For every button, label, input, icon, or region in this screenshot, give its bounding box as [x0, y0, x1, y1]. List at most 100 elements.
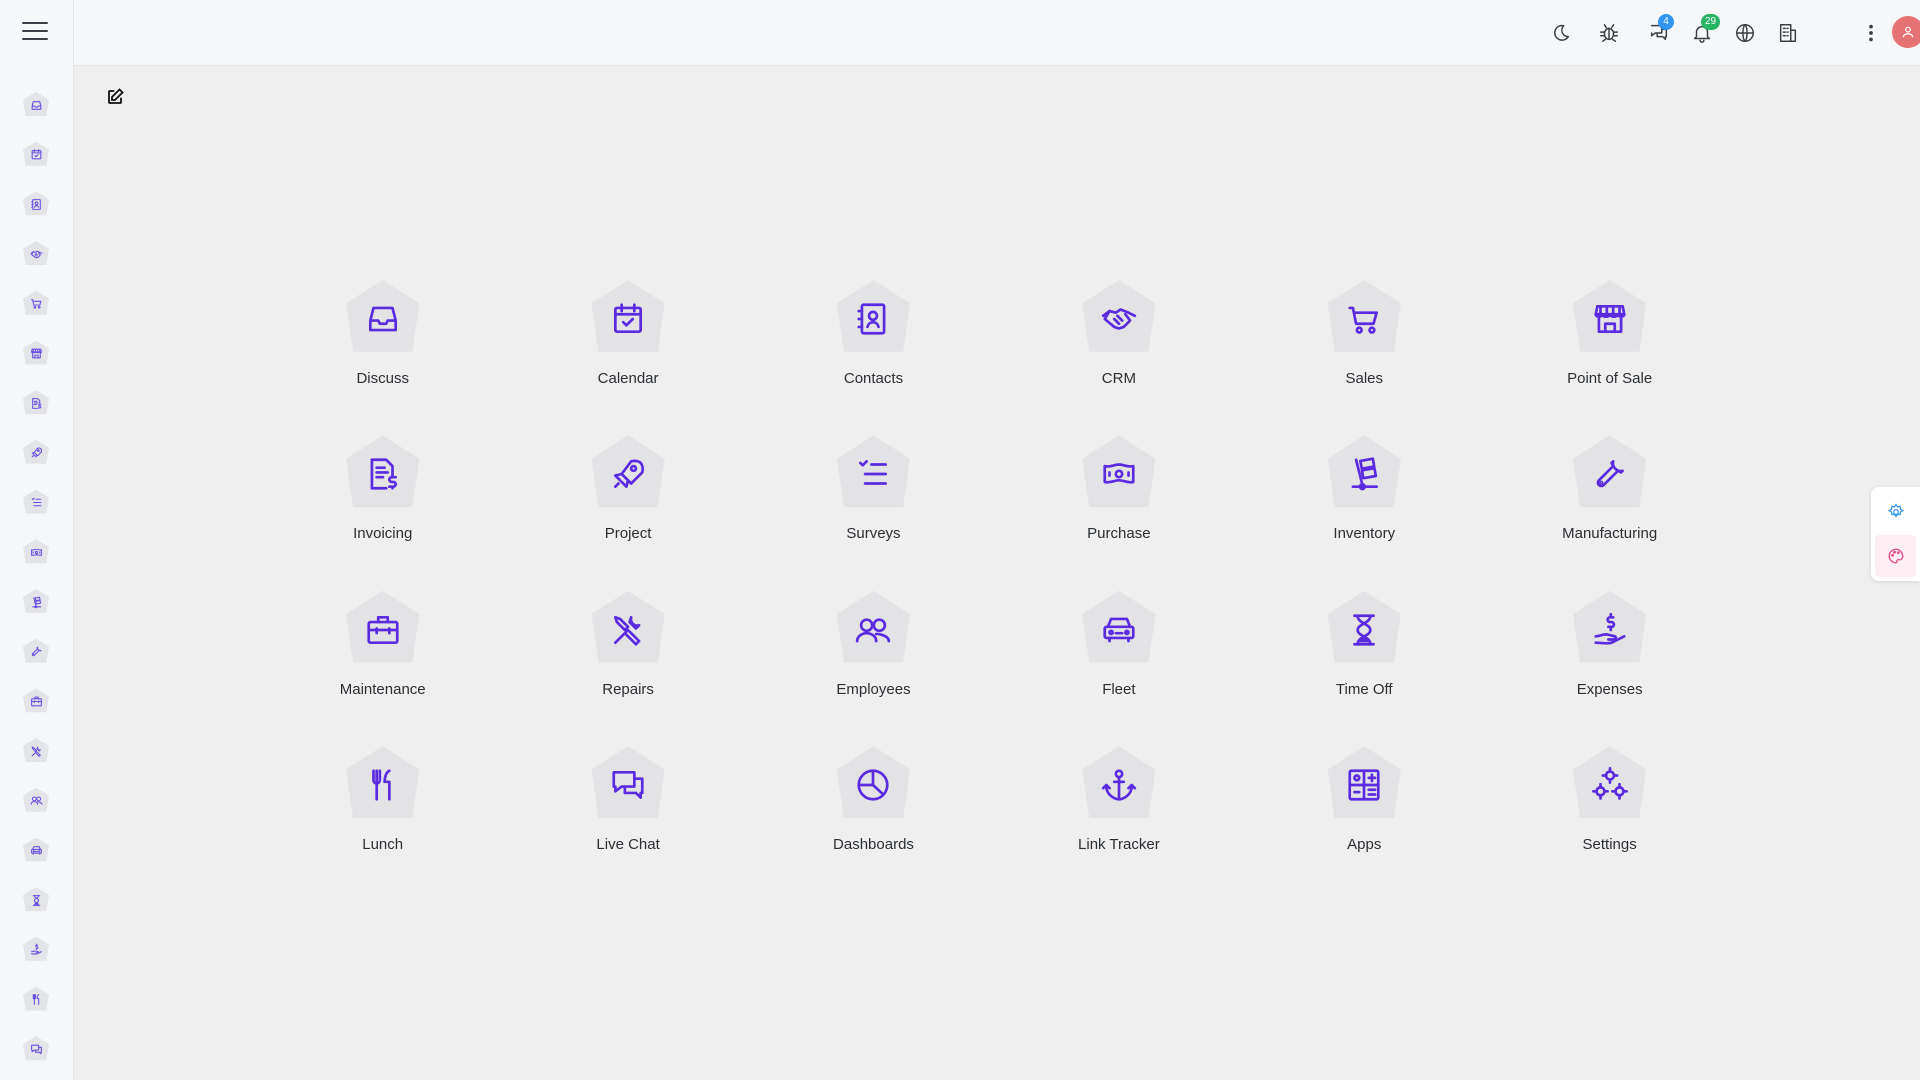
sidebar-item-briefcase[interactable] — [23, 688, 49, 714]
money-icon — [1103, 463, 1135, 485]
settings-icon — [1887, 503, 1904, 518]
hand-dollar-icon — [1594, 612, 1626, 645]
bug-button[interactable] — [1596, 20, 1622, 46]
app-tile-crm[interactable]: CRM — [996, 280, 1241, 435]
sidebar-item-hourglass[interactable] — [23, 887, 49, 913]
sidebar-item-invoice[interactable] — [23, 390, 49, 416]
sidebar-item-car[interactable] — [23, 837, 49, 864]
sidebar-item-calendar[interactable] — [23, 141, 49, 168]
app-icon-container — [834, 746, 912, 824]
app-tile-point-of-sale[interactable]: Point of Sale — [1487, 280, 1732, 435]
app-tile-lunch[interactable]: Lunch — [260, 746, 505, 901]
topbar: 4 29 — [74, 0, 1920, 66]
app-tile-purchase[interactable]: Purchase — [996, 435, 1241, 590]
sidebar-item-store[interactable] — [23, 340, 49, 367]
app-tile-time-off[interactable]: Time Off — [1242, 591, 1487, 746]
app-label: Discuss — [356, 370, 409, 387]
app-icon-container — [1080, 435, 1158, 513]
app-tile-dashboards[interactable]: Dashboards — [751, 746, 996, 901]
more-options-icon[interactable] — [1858, 20, 1884, 46]
inbox-icon — [368, 306, 397, 332]
app-label: CRM — [1101, 370, 1136, 387]
edit-icon[interactable] — [106, 88, 124, 106]
menu-toggle-icon[interactable] — [22, 22, 48, 44]
dolly-icon — [31, 596, 41, 608]
building-icon — [1779, 24, 1797, 42]
color-palette-button[interactable] — [1875, 535, 1916, 577]
apps-grid-icon — [1348, 769, 1380, 801]
app-icon-container — [1571, 591, 1649, 669]
wrench-icon — [1596, 460, 1624, 488]
sidebar-item-utensils[interactable] — [23, 986, 49, 1013]
contacts-icon — [857, 303, 886, 335]
anchor-icon — [1101, 769, 1137, 801]
sidebar-item-list-check[interactable] — [23, 489, 49, 516]
app-label: Surveys — [846, 525, 901, 543]
app-tile-employees[interactable]: Employees — [751, 591, 996, 746]
sidebar-item-hand-dollar[interactable] — [23, 936, 49, 963]
app-label: Time Off — [1335, 680, 1393, 698]
sidebar-item-rocket[interactable] — [23, 439, 49, 466]
app-icon-container — [589, 746, 667, 824]
store-icon — [1594, 304, 1626, 334]
briefcase-icon — [30, 696, 42, 707]
app-tile-surveys[interactable]: Surveys — [751, 435, 996, 590]
app-tile-settings[interactable]: Settings — [1487, 746, 1732, 901]
globe-button[interactable] — [1732, 20, 1758, 46]
app-tile-live-chat[interactable]: Live Chat — [505, 746, 750, 901]
briefcase-icon — [367, 615, 399, 644]
sidebar-item-dolly[interactable] — [23, 589, 49, 615]
building-button[interactable] — [1775, 20, 1801, 46]
handshake-icon — [1101, 308, 1137, 330]
app-tile-sales[interactable]: Sales — [1242, 280, 1487, 435]
user-avatar[interactable] — [1892, 16, 1920, 48]
app-tile-discuss[interactable]: Discuss — [260, 280, 505, 435]
sidebar-item-chat[interactable] — [23, 1036, 49, 1062]
sidebar-item-contacts[interactable] — [23, 191, 49, 217]
app-tile-inventory[interactable]: Inventory — [1242, 435, 1487, 590]
sidebar-item-users[interactable] — [23, 787, 49, 814]
app-tile-project[interactable]: Project — [505, 435, 750, 590]
cart-icon — [1348, 306, 1379, 334]
bell-button[interactable]: 29 — [1689, 14, 1721, 46]
app-icon-container — [1080, 591, 1158, 669]
floating-tools-panel — [1871, 487, 1920, 581]
app-tile-fleet[interactable]: Fleet — [996, 591, 1241, 746]
app-tile-calendar[interactable]: Calendar — [505, 280, 750, 435]
sidebar-item-handshake[interactable] — [23, 241, 49, 267]
utensils-icon — [371, 769, 391, 801]
messages-button[interactable]: 4 — [1646, 14, 1674, 46]
sidebar-item-tools[interactable] — [23, 738, 49, 764]
tools-icon — [614, 615, 641, 646]
dark-mode-button[interactable] — [1548, 20, 1574, 46]
app-tile-link-tracker[interactable]: Link Tracker — [996, 746, 1241, 901]
app-icon-container — [834, 591, 912, 669]
app-tile-contacts[interactable]: Contacts — [751, 280, 996, 435]
theme-settings-button[interactable] — [1875, 491, 1916, 533]
sidebar-item-cart[interactable] — [23, 290, 49, 317]
app-icon-container — [589, 280, 667, 358]
app-tile-apps[interactable]: Apps — [1242, 746, 1487, 901]
cart-icon — [30, 299, 41, 309]
app-label: Repairs — [602, 680, 654, 698]
users-icon — [30, 796, 42, 806]
store-icon — [30, 348, 42, 359]
app-tile-repairs[interactable]: Repairs — [505, 591, 750, 746]
app-icon-container — [1325, 435, 1403, 513]
app-tile-invoicing[interactable]: Invoicing — [260, 435, 505, 590]
notification-badge: 4 — [1658, 14, 1674, 30]
app-label: Invoicing — [353, 525, 413, 543]
contacts-icon — [30, 198, 41, 210]
app-label: Link Tracker — [1078, 836, 1160, 854]
sidebar-item-money[interactable] — [23, 539, 49, 565]
app-tile-manufacturing[interactable]: Manufacturing — [1487, 435, 1732, 590]
inbox-icon — [31, 100, 41, 110]
app-icon-container — [589, 435, 667, 513]
sidebar-item-inbox[interactable] — [23, 92, 49, 118]
sidebar-item-wrench[interactable] — [23, 638, 49, 665]
app-label: Settings — [1582, 836, 1637, 854]
tools-icon — [31, 746, 41, 757]
app-tile-maintenance[interactable]: Maintenance — [260, 591, 505, 746]
app-tile-expenses[interactable]: Expenses — [1487, 591, 1732, 746]
calendar-icon — [31, 149, 41, 160]
